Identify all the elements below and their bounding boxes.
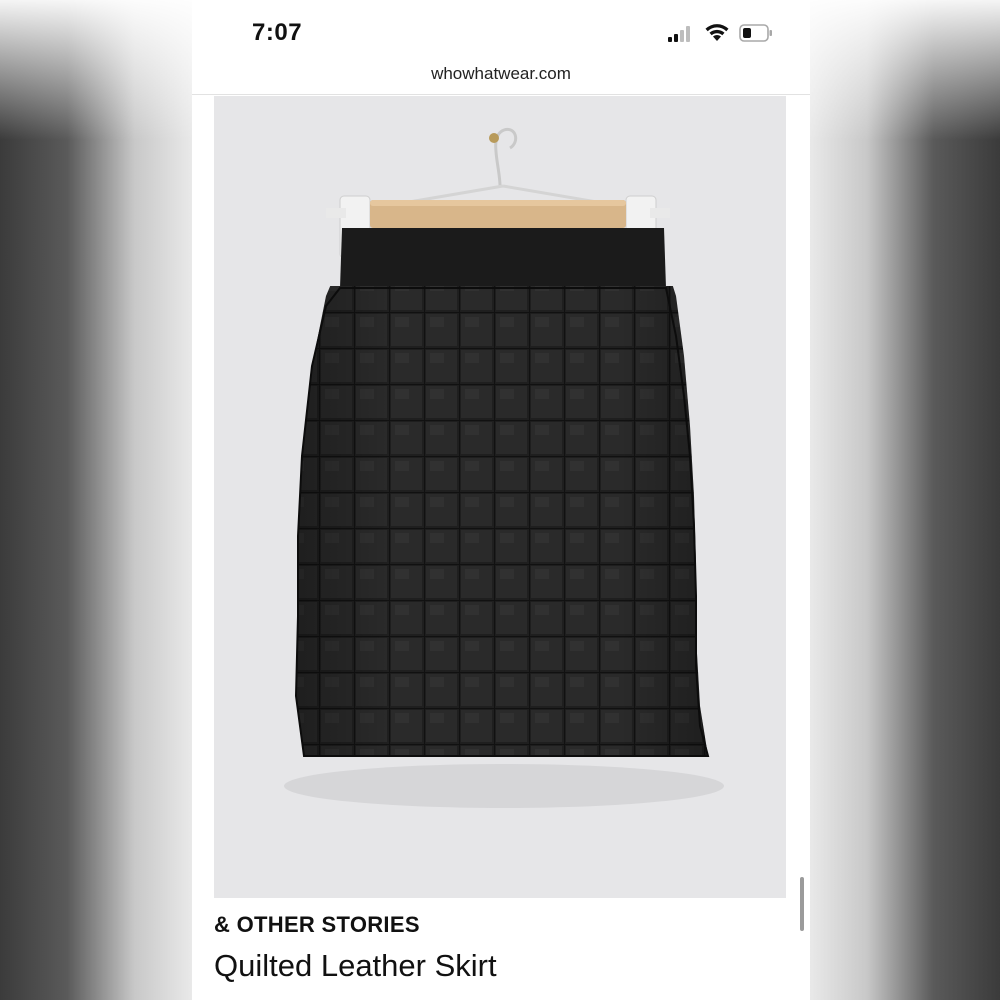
status-time: 7:07	[252, 19, 303, 46]
blurred-background-right	[810, 0, 1000, 1000]
quilted-leather-skirt-image	[214, 96, 786, 898]
address-bar-url[interactable]: whowhatwear.com	[192, 64, 810, 84]
header-divider	[192, 94, 810, 95]
wifi-icon	[705, 24, 729, 41]
product-brand[interactable]: & OTHER STORIES	[214, 912, 420, 938]
phone-screen: 7:07 whowhatwear.com & OTHER STORIES Qui…	[192, 0, 810, 1000]
status-bar: 7:07	[192, 0, 810, 64]
signal-icon	[668, 26, 690, 42]
battery-icon	[739, 24, 772, 42]
product-title[interactable]: Quilted Leather Skirt	[214, 948, 497, 984]
blurred-background-left	[0, 0, 192, 1000]
product-image[interactable]	[214, 96, 786, 898]
scrollbar[interactable]	[800, 877, 804, 931]
